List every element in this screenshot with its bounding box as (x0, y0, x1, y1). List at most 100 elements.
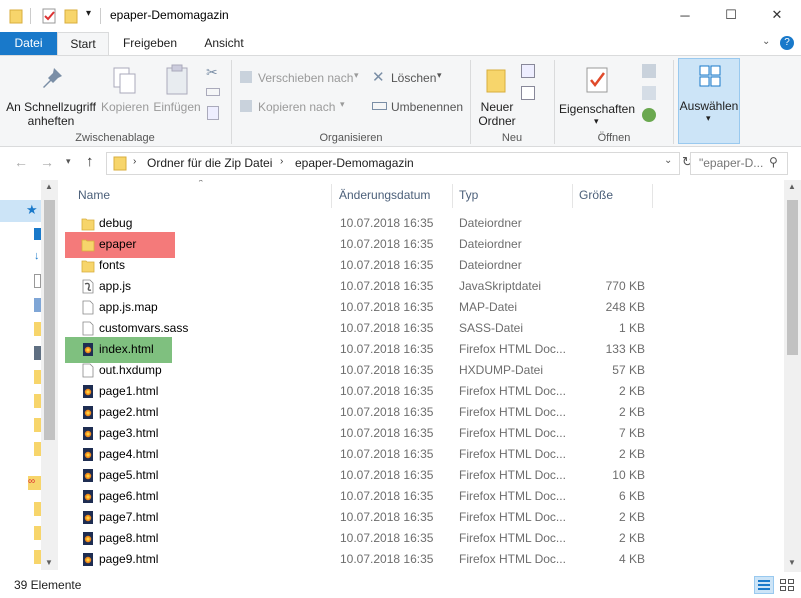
scroll-down-icon[interactable]: ▼ (45, 558, 53, 567)
copy-to-button[interactable]: Kopieren nach ▾ (240, 99, 366, 117)
table-row[interactable]: app.js.map 10.07.2018 16:35 MAP-Datei 248 K… (60, 297, 784, 318)
shared-folder-icon[interactable]: ∞ (28, 476, 41, 490)
up-arrow-icon[interactable]: ↑ (86, 153, 94, 170)
delete-button[interactable]: ✕ Löschen ▾ (372, 69, 452, 88)
nav-scrollbar[interactable]: ▲ ▼ (41, 180, 58, 570)
breadcrumb-item[interactable]: epaper-Demomagazin (295, 156, 414, 170)
tab-freigeben[interactable]: Freigeben (116, 32, 184, 55)
table-row[interactable]: out.hxdump 10.07.2018 16:35 HXDUMP-Datei 57… (60, 360, 784, 381)
file-date: 10.07.2018 16:35 (340, 552, 434, 566)
file-date: 10.07.2018 16:35 (340, 342, 434, 356)
nav-item-quick-access[interactable]: ★ (0, 200, 41, 222)
table-row[interactable]: page6.html 10.07.2018 16:35 Firefox HTML D… (60, 486, 784, 507)
folder-icon[interactable] (34, 394, 41, 408)
html-file-icon (81, 342, 95, 357)
navigation-pane[interactable]: ★ ↓ ∞ ▲ ▼ (0, 180, 58, 570)
file-type: Firefox HTML Doc... (459, 468, 566, 482)
rename-button[interactable]: Umbenennen (372, 99, 468, 117)
chevron-down-icon[interactable]: ⌄ (762, 36, 770, 47)
history-icon[interactable] (642, 108, 656, 122)
folder-icon[interactable] (34, 370, 41, 384)
drive-icon[interactable] (34, 346, 41, 360)
table-row[interactable]: page5.html 10.07.2018 16:35 Firefox HTML D… (60, 465, 784, 486)
paste-button[interactable]: Einfügen (152, 60, 202, 120)
address-bar[interactable]: › Ordner für die Zip Datei › epaper-Demo… (106, 152, 680, 175)
properties-icon[interactable] (41, 8, 57, 24)
column-header-type[interactable]: Typ (453, 184, 573, 208)
table-row[interactable]: page3.html 10.07.2018 16:35 Firefox HTML D… (60, 423, 784, 444)
tab-datei[interactable]: Datei (0, 32, 57, 55)
maximize-button[interactable]: ☐ (708, 0, 754, 30)
table-row[interactable]: page1.html 10.07.2018 16:35 Firefox HTML D… (60, 381, 784, 402)
table-row[interactable]: page7.html 10.07.2018 16:35 Firefox HTML D… (60, 507, 784, 528)
open-icon[interactable] (642, 64, 656, 78)
group-clipboard: Zwischenablage (75, 132, 155, 144)
properties-button[interactable]: Eigenschaften ▾ (558, 60, 636, 126)
select-button[interactable]: Auswählen ▾ (678, 58, 740, 144)
pictures-icon[interactable] (34, 298, 41, 312)
details-view-icon[interactable] (754, 576, 774, 594)
move-to-button[interactable]: Verschieben nach ▾ (240, 70, 366, 88)
folder-icon[interactable] (34, 442, 41, 456)
forward-arrow-icon[interactable]: → (40, 154, 54, 170)
desktop-icon[interactable] (34, 228, 41, 240)
edit-icon[interactable] (642, 86, 656, 100)
table-row[interactable]: page9.html 10.07.2018 16:35 Firefox HTML D… (60, 549, 784, 570)
download-icon[interactable]: ↓ (34, 250, 41, 262)
close-button[interactable]: ✕ (754, 0, 800, 30)
table-row[interactable]: page2.html 10.07.2018 16:35 Firefox HTML D… (60, 402, 784, 423)
scrollbar-thumb[interactable] (44, 200, 55, 440)
table-row[interactable]: app.js 10.07.2018 16:35 JavaSkriptdatei 770… (60, 276, 784, 297)
help-icon[interactable]: ? (780, 36, 794, 50)
new-item-icon[interactable] (521, 64, 535, 78)
folder-icon[interactable] (34, 322, 41, 336)
file-list-scrollbar[interactable]: ▲ ▼ (784, 180, 801, 572)
table-row[interactable]: fonts 10.07.2018 16:35 Dateiordner (60, 255, 784, 276)
file-name: epaper (99, 237, 137, 251)
table-row[interactable]: index.html 10.07.2018 16:35 Firefox HTML D… (60, 337, 784, 363)
tab-ansicht[interactable]: Ansicht (192, 32, 256, 55)
document-icon[interactable] (34, 274, 41, 288)
large-icons-view-icon[interactable] (778, 576, 796, 594)
paste-shortcut-icon[interactable] (207, 106, 219, 120)
scrollbar-thumb[interactable] (787, 200, 798, 355)
file-type: Dateiordner (459, 258, 522, 272)
table-row[interactable]: customvars.sass 10.07.2018 16:35 SASS-Date… (60, 318, 784, 339)
copy-button[interactable]: Kopieren (100, 60, 150, 120)
star-icon: ★ (26, 202, 38, 217)
copy-label: Kopieren (100, 100, 150, 114)
table-row[interactable]: debug 10.07.2018 16:35 Dateiordner (60, 213, 784, 234)
chevron-down-icon[interactable]: ▾ (86, 8, 91, 19)
back-arrow-icon[interactable]: ← (14, 154, 28, 170)
select-grid-icon (699, 65, 721, 87)
table-row[interactable]: epaper 10.07.2018 16:35 Dateiordner (60, 232, 784, 258)
cut-icon[interactable]: ✂ (206, 64, 218, 81)
breadcrumb-item[interactable]: Ordner für die Zip Datei (147, 156, 272, 170)
minimize-button[interactable]: ─ (662, 0, 708, 30)
table-row[interactable]: page8.html 10.07.2018 16:35 Firefox HTML D… (60, 528, 784, 549)
folder-icon[interactable] (34, 502, 41, 516)
new-folder-button[interactable]: Neuer Ordner (474, 60, 522, 128)
scroll-down-icon[interactable]: ▼ (788, 558, 796, 567)
pin-quick-access-button[interactable]: An Schnellzugriff anheften (4, 60, 98, 130)
scroll-up-icon[interactable]: ▲ (788, 182, 796, 191)
address-dropdown-icon[interactable]: ⌄ (664, 155, 672, 166)
column-header-size[interactable]: Größe (573, 184, 653, 208)
file-type: Firefox HTML Doc... (459, 510, 566, 524)
file-list[interactable]: ⌃ Name Änderungsdatum Typ Größe debug 10.… (60, 180, 784, 572)
folder-icon[interactable] (34, 550, 41, 564)
folder-icon[interactable] (34, 418, 41, 432)
search-input[interactable]: "epaper-D... ⚲ (690, 152, 788, 175)
tab-start[interactable]: Start (57, 32, 109, 56)
new-folder-icon[interactable] (64, 8, 78, 24)
copy-path-icon[interactable] (206, 88, 220, 96)
column-header-date[interactable]: Änderungsdatum (333, 184, 453, 208)
table-row[interactable]: page4.html 10.07.2018 16:35 Firefox HTML D… (60, 444, 784, 465)
scroll-up-icon[interactable]: ▲ (45, 182, 53, 191)
column-header-name[interactable]: Name (72, 184, 332, 208)
search-icon[interactable]: ⚲ (769, 155, 778, 169)
folder-icon[interactable] (34, 526, 41, 540)
easy-access-icon[interactable] (521, 86, 535, 100)
recent-locations-icon[interactable]: ▾ (66, 156, 71, 167)
file-date: 10.07.2018 16:35 (340, 468, 434, 482)
